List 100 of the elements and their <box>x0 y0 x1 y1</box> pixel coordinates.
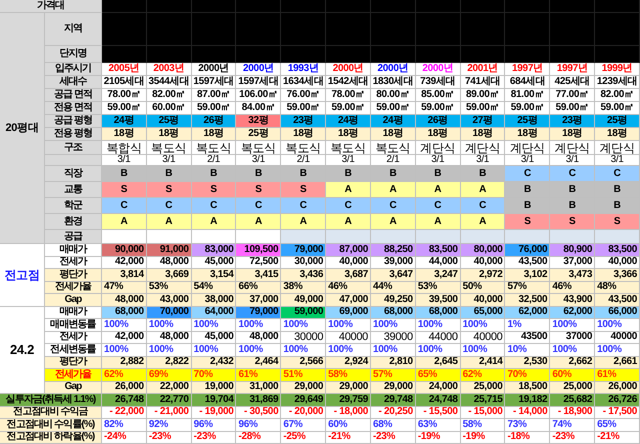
table-cell: 73% <box>505 419 550 432</box>
row-label: 평단가 <box>45 269 102 282</box>
table-cell: 38,000 <box>192 294 236 306</box>
table-cell: 47% <box>102 282 147 294</box>
table-cell: 40,000 <box>595 256 640 269</box>
table-cell: 60% <box>326 419 371 432</box>
table-cell: 76.00㎡ <box>281 89 326 102</box>
table-cell: 51% <box>281 369 326 382</box>
table-cell: 2,566 <box>281 356 326 369</box>
table-cell: S <box>505 214 550 230</box>
table-cell: 40000 <box>326 332 371 344</box>
table-cell: 44% <box>370 282 416 294</box>
row-label: 공급 <box>45 230 102 244</box>
masked-cell <box>192 13 236 46</box>
table-cell: 2001년 <box>460 63 506 76</box>
table-cell: 18평 <box>281 128 326 141</box>
table-cell: 2,972 <box>460 269 506 282</box>
section-label: 전고점 <box>0 244 45 306</box>
table-cell: 90,000 <box>102 244 147 256</box>
table-cell: 48,000 <box>236 332 282 344</box>
table-cell: 68,000 <box>102 306 147 319</box>
table-cell: 29,649 <box>281 394 326 406</box>
table-cell: 100% <box>326 319 371 332</box>
table-cell: 18평 <box>505 128 550 141</box>
table-cell: -21% <box>326 432 371 444</box>
table-cell: 3/1 <box>236 155 282 166</box>
table-cell: 70% <box>505 369 550 382</box>
table-cell: 29,000 <box>326 382 371 394</box>
table-cell: 계단식 <box>505 141 550 155</box>
table-cell: - 15,500 <box>416 406 461 419</box>
table-cell: 45,000 <box>192 332 236 344</box>
table-cell: 1997년 <box>550 63 596 76</box>
table-cell: 92% <box>146 419 192 432</box>
table-cell: C <box>550 166 596 182</box>
table-cell: C <box>281 198 326 214</box>
table-cell: A <box>281 214 326 230</box>
table-cell: 18평 <box>326 128 371 141</box>
row-label: 구조 <box>45 141 102 155</box>
table-cell: 62,000 <box>550 306 596 319</box>
table-cell: 67% <box>281 419 326 432</box>
table-cell: 48,000 <box>146 256 192 269</box>
masked-cell <box>416 0 461 13</box>
table-cell: 복도식 <box>370 141 416 155</box>
table-cell: C <box>370 198 416 214</box>
table-cell: 2,822 <box>146 356 192 369</box>
table-cell: 3,647 <box>370 269 416 282</box>
masked-cell <box>505 0 550 13</box>
row-label: Gap <box>45 382 102 394</box>
row-label: 매매변동률 <box>45 319 102 332</box>
table-cell: A <box>370 182 416 198</box>
table-cell: 69,000 <box>326 306 371 319</box>
masked-cell <box>370 0 416 13</box>
row-label: 직장 <box>45 166 102 182</box>
row-label: 학군 <box>45 198 102 214</box>
table-cell: S <box>595 214 640 230</box>
table-cell: - 20,250 <box>370 406 416 419</box>
table-cell: 19,182 <box>505 394 550 406</box>
table-cell: 3,473 <box>550 269 596 282</box>
table-cell: C <box>595 166 640 182</box>
table-cell: 62,000 <box>505 306 550 319</box>
table-cell: 2,432 <box>192 356 236 369</box>
table-cell: B <box>550 198 596 214</box>
table-cell: A <box>460 182 506 198</box>
table-cell: 3,102 <box>505 269 550 282</box>
table-cell: 44,000 <box>416 256 461 269</box>
section-label: 24.2 <box>0 306 45 394</box>
masked-cell <box>102 0 147 13</box>
table-cell: B <box>505 198 550 214</box>
masked-cell <box>146 13 192 46</box>
table-cell: 58% <box>460 419 506 432</box>
table-cell: 1% <box>505 319 550 332</box>
table-cell: 60.00㎡ <box>146 102 192 115</box>
table-cell: 49,000 <box>281 294 326 306</box>
table-cell: 48,000 <box>102 294 147 306</box>
table-cell: 30,000 <box>281 256 326 269</box>
table-cell: B <box>550 182 596 198</box>
row-label: 지역 <box>45 13 102 46</box>
table-cell: 25,000 <box>460 382 506 394</box>
table-cell: A <box>146 214 192 230</box>
table-cell: 22,770 <box>146 394 192 406</box>
table-cell: 18평 <box>550 128 596 141</box>
table-cell: 100% <box>416 319 461 332</box>
table-cell: 100% <box>326 344 371 356</box>
table-cell: - 18,900 <box>550 406 596 419</box>
table-cell: 53% <box>146 282 192 294</box>
table-cell: -19% <box>460 432 506 444</box>
table-cell: 3,669 <box>146 269 192 282</box>
table-cell: 80,000 <box>460 244 506 256</box>
table-cell: 100% <box>102 319 147 332</box>
table-cell: 40,000 <box>460 294 506 306</box>
table-cell: 24평 <box>370 115 416 128</box>
table-cell: 741세대 <box>460 76 506 89</box>
table-cell: 계단식 <box>595 141 640 155</box>
table-cell: 83,500 <box>416 244 461 256</box>
table-cell: 25평 <box>505 115 550 128</box>
table-cell: 100% <box>236 344 282 356</box>
table-cell: -23% <box>550 432 596 444</box>
table-cell: - 20,000 <box>281 406 326 419</box>
row-label: 평단가 <box>45 356 102 369</box>
row-label: 매매가 <box>45 244 102 256</box>
